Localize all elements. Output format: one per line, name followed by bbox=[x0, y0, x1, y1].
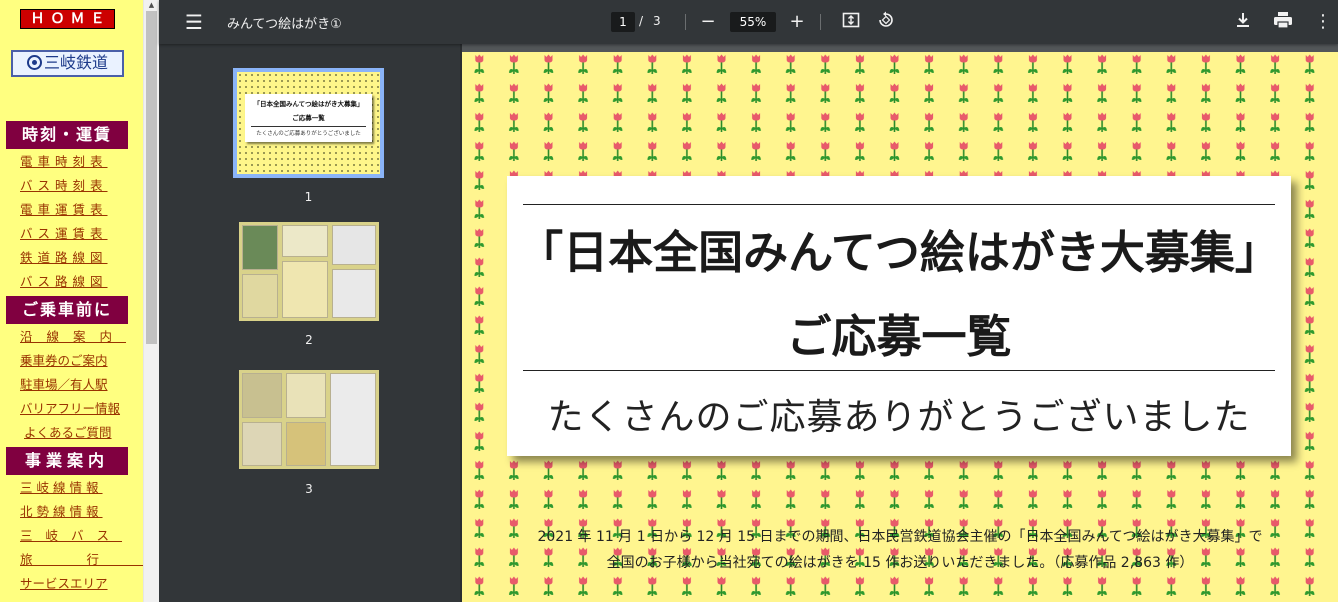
postcard-drawing bbox=[286, 373, 326, 418]
thumbnail-drawings bbox=[239, 222, 379, 321]
thumbnail-title-card: 「日本全国みんてつ絵はがき大募集」 ご応募一覧 たくさんのご応募ありがとうござい… bbox=[245, 94, 372, 142]
postcard-drawing bbox=[282, 261, 328, 318]
section-business: 事業案内 bbox=[6, 447, 128, 475]
nav-hokusei-line[interactable]: 北勢線情報 bbox=[20, 504, 103, 520]
thumbnail-title: 「日本全国みんてつ絵はがき大募集」 bbox=[253, 100, 364, 108]
nav-line-guide[interactable]: 沿線案内 bbox=[20, 329, 126, 345]
thumbnail-page-2[interactable]: 2 bbox=[239, 222, 379, 347]
section-before-boarding: ご乗車前に bbox=[6, 296, 128, 324]
nav-ticket-guide[interactable]: 乗車券のご案内 bbox=[20, 353, 108, 369]
thumbnail-message: たくさんのご応募ありがとうございました bbox=[251, 126, 366, 137]
title-rule-bottom bbox=[523, 370, 1275, 371]
thank-you-message: たくさんのご応募ありがとうございました bbox=[547, 397, 1251, 438]
fit-page-icon[interactable] bbox=[840, 11, 862, 33]
nav-bus-map[interactable]: バス路線図 bbox=[20, 274, 108, 290]
nav-faq[interactable]: よくあるご質問 bbox=[24, 425, 112, 441]
logo-text: 三岐鉄道 bbox=[43, 53, 108, 72]
page-number-input[interactable]: 1 bbox=[611, 12, 635, 32]
rotate-icon[interactable] bbox=[875, 11, 897, 33]
postcard-drawing bbox=[242, 274, 278, 318]
thumbnail-page-1[interactable]: 「日本全国みんてつ絵はがき大募集」 ご応募一覧 たくさんのご応募ありがとうござい… bbox=[233, 68, 384, 204]
toolbar-divider bbox=[820, 14, 821, 30]
thumbnail-subtitle: ご応募一覧 bbox=[292, 114, 325, 122]
sanki-railway-logo[interactable]: 三岐鉄道 bbox=[11, 50, 124, 77]
nav-bus-timetable[interactable]: バス時刻表 bbox=[20, 178, 108, 194]
nav-train-timetable[interactable]: 電車時刻表 bbox=[20, 154, 108, 170]
pdf-page-1: 「日本全国みんてつ絵はがき大募集」 ご応募一覧 たくさんのご応募ありがとうござい… bbox=[462, 52, 1338, 602]
nav-barrier-free[interactable]: バリアフリー情報 bbox=[20, 401, 120, 417]
nav-railway-map[interactable]: 鉄道路線図 bbox=[20, 250, 108, 266]
thumbnail-page-3[interactable]: 3 bbox=[239, 370, 379, 496]
postcard-drawing bbox=[242, 225, 278, 270]
document-viewport[interactable]: 「日本全国みんてつ絵はがき大募集」 ご応募一覧 たくさんのご応募ありがとうござい… bbox=[462, 44, 1338, 602]
scrollbar-thumb[interactable] bbox=[146, 11, 157, 344]
document-title: みんてつ絵はがき① bbox=[227, 17, 342, 32]
thumbnail-drawings bbox=[239, 370, 379, 469]
body-text-line-1: 2021 年 11 月 1 日から 12 月 15 日までの期間、日本民営鉄道協… bbox=[537, 529, 1263, 545]
company-mark-icon bbox=[26, 55, 42, 70]
postcard-drawing bbox=[332, 225, 376, 265]
page-separator: / bbox=[639, 14, 644, 28]
postcard-drawing bbox=[286, 422, 326, 466]
thumbnail-pane: 「日本全国みんてつ絵はがき大募集」 ご応募一覧 たくさんのご応募ありがとうござい… bbox=[159, 44, 460, 602]
pdf-toolbar: ☰ みんてつ絵はがき① 1 / 3 − 55% + ⋮ bbox=[159, 0, 1338, 44]
page-subtitle: ご応募一覧 bbox=[786, 310, 1012, 363]
section-timetable-fares: 時刻・運賃 bbox=[6, 121, 128, 149]
page-title: 「日本全国みんてつ絵はがき大募集」 bbox=[518, 226, 1280, 279]
title-card: 「日本全国みんてつ絵はがき大募集」 ご応募一覧 たくさんのご応募ありがとうござい… bbox=[507, 176, 1291, 456]
zoom-level-input[interactable]: 55% bbox=[730, 12, 776, 32]
nav-bus-fares[interactable]: バス運賃表 bbox=[20, 226, 108, 242]
zoom-out-icon[interactable]: − bbox=[697, 11, 719, 33]
postcard-drawing bbox=[330, 373, 376, 466]
more-options-icon[interactable]: ⋮ bbox=[1312, 11, 1334, 33]
nav-train-fares[interactable]: 電車運賃表 bbox=[20, 202, 108, 218]
total-pages: 3 bbox=[653, 14, 661, 28]
postcard-drawing bbox=[242, 373, 282, 418]
nav-sangi-bus[interactable]: 三岐バス bbox=[20, 528, 122, 544]
body-text-line-2: 全国のお子様から当社宛ての絵はがきを 15 作お送りいただきました。（応募作品 … bbox=[606, 555, 1194, 571]
toolbar-divider bbox=[685, 14, 686, 30]
home-button[interactable]: ＨＯＭＥ bbox=[20, 9, 115, 29]
nav-travel[interactable]: 旅行 bbox=[20, 552, 153, 568]
thumbnail-number: 1 bbox=[304, 190, 313, 204]
nav-sangi-line[interactable]: 三岐線情報 bbox=[20, 480, 103, 496]
page-scrollbar[interactable]: ▲ bbox=[143, 0, 159, 602]
postcard-drawing bbox=[332, 269, 376, 318]
scroll-up-arrow-icon[interactable]: ▲ bbox=[144, 0, 159, 10]
title-rule-top bbox=[523, 204, 1275, 205]
thumbnail-number: 3 bbox=[305, 482, 313, 496]
nav-parking[interactable]: 駐車場／有人駅 bbox=[20, 377, 108, 393]
postcard-drawing bbox=[242, 422, 282, 466]
zoom-in-icon[interactable]: + bbox=[786, 11, 808, 33]
postcard-drawing bbox=[282, 225, 328, 257]
print-icon[interactable] bbox=[1272, 11, 1294, 33]
menu-icon[interactable]: ☰ bbox=[183, 11, 205, 33]
download-icon[interactable] bbox=[1232, 11, 1254, 33]
site-sidebar: ＨＯＭＥ 三岐鉄道 時刻・運賃 電車時刻表 バス時刻表 電車運賃表 バス運賃表 … bbox=[0, 0, 143, 602]
nav-service-area[interactable]: サービスエリア bbox=[20, 576, 108, 592]
thumbnail-number: 2 bbox=[305, 333, 313, 347]
